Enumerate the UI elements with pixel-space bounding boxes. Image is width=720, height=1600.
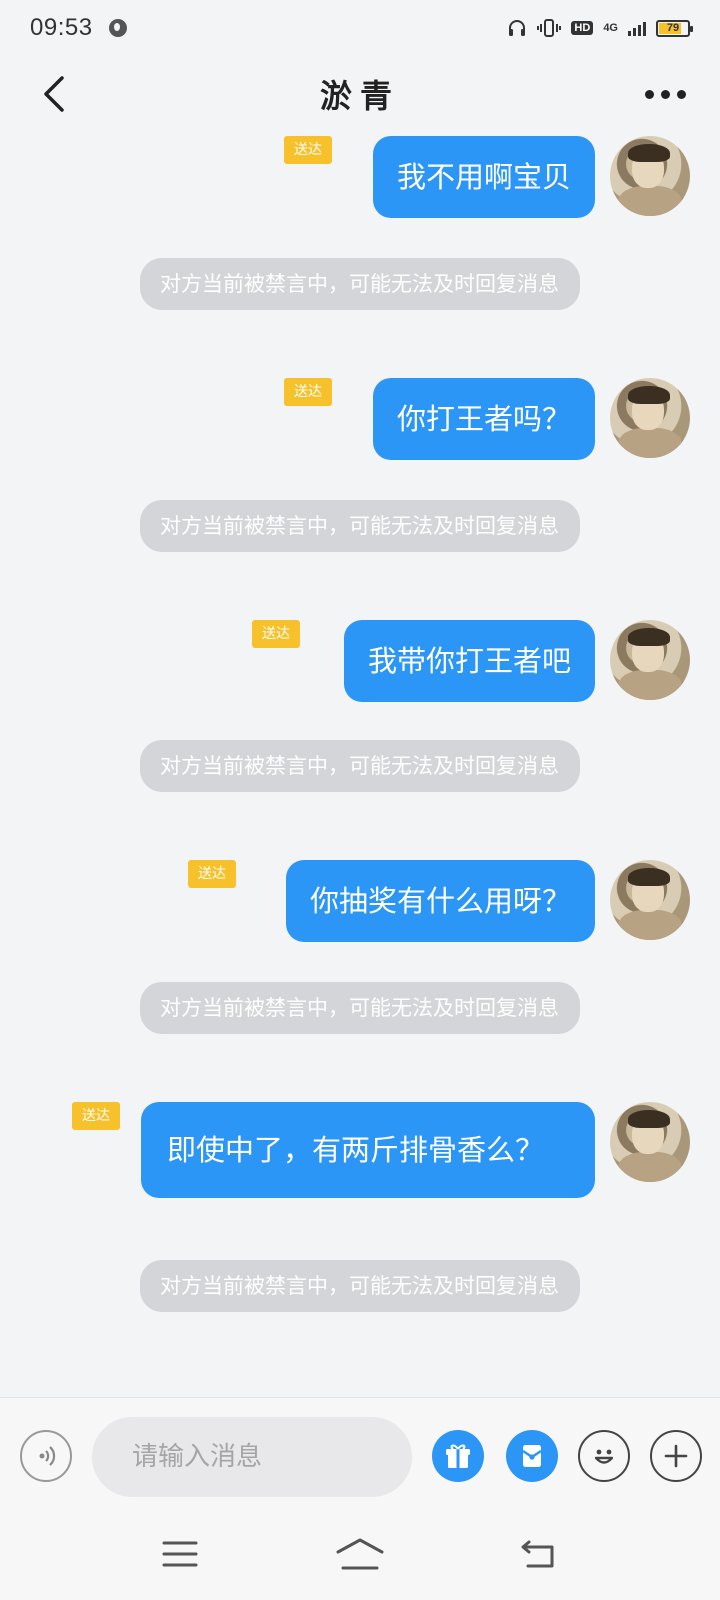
sent-tag: 送达 <box>72 1102 120 1130</box>
gift-icon <box>446 1444 470 1468</box>
sent-tag: 送达 <box>188 860 236 888</box>
status-bar: 09:53 HD 4G 79 <box>0 0 720 56</box>
chevron-left-icon <box>44 76 64 112</box>
emoji-button[interactable] <box>578 1430 630 1482</box>
message-bubble[interactable]: 你打王者吗？ <box>372 378 595 460</box>
vibrate-icon <box>537 19 562 37</box>
system-notice: 对方当前被禁言中，可能无法及时回复消息 <box>140 500 580 552</box>
home-button[interactable] <box>330 1534 390 1574</box>
headphones-icon <box>507 19 527 37</box>
chat-header: 淤青 <box>0 56 720 132</box>
avatar[interactable] <box>610 1102 690 1182</box>
hd-badge: HD <box>571 21 594 35</box>
message-list[interactable]: 送达 我不用啊宝贝 对方当前被禁言中，可能无法及时回复消息 送达 你打王者吗？ … <box>0 132 720 1397</box>
sent-tag: 送达 <box>284 378 332 406</box>
more-dot <box>661 90 670 99</box>
input-bar <box>0 1397 720 1512</box>
more-dot <box>645 90 654 99</box>
system-nav-bar <box>0 1512 720 1600</box>
more-dot <box>677 90 686 99</box>
message-bubble[interactable]: 即使中了，有两斤排骨香么？ <box>141 1102 595 1198</box>
system-notice: 对方当前被禁言中，可能无法及时回复消息 <box>140 258 580 310</box>
back-button[interactable] <box>38 76 74 112</box>
back-icon <box>521 1540 554 1568</box>
page-title: 淤青 <box>319 77 400 115</box>
system-notice: 对方当前被禁言中，可能无法及时回复消息 <box>140 982 580 1034</box>
plus-button[interactable] <box>650 1430 702 1482</box>
message-bubble[interactable]: 我带你打王者吧 <box>343 620 595 702</box>
sent-tag: 送达 <box>284 136 332 164</box>
emoji-icon <box>594 1449 614 1464</box>
back-nav-button[interactable] <box>508 1534 568 1574</box>
system-notice: 对方当前被禁言中，可能无法及时回复消息 <box>140 1260 580 1312</box>
red-packet-button[interactable] <box>506 1430 558 1482</box>
more-button[interactable] <box>645 90 686 99</box>
battery-level: 79 <box>666 22 680 34</box>
message-bubble[interactable]: 你抽奖有什么用呀？ <box>285 860 595 942</box>
avatar[interactable] <box>610 136 690 216</box>
signal-icon <box>628 20 646 36</box>
avatar[interactable] <box>610 620 690 700</box>
message-input[interactable] <box>92 1417 412 1497</box>
menu-button[interactable] <box>150 1534 210 1574</box>
voice-button[interactable] <box>20 1430 72 1482</box>
message-bubble[interactable]: 我不用啊宝贝 <box>372 136 595 218</box>
home-icon <box>336 1538 384 1570</box>
globe-icon <box>108 19 127 37</box>
status-time: 09:53 <box>30 14 93 41</box>
avatar[interactable] <box>610 860 690 940</box>
status-icons: HD 4G 79 <box>507 19 693 37</box>
voice-icon <box>39 1446 56 1466</box>
sent-tag: 送达 <box>252 620 300 648</box>
system-notice: 对方当前被禁言中，可能无法及时回复消息 <box>140 740 580 792</box>
network-type: 4G <box>603 22 618 34</box>
battery-icon: 79 <box>656 19 693 37</box>
red-packet-icon <box>522 1445 542 1467</box>
plus-icon <box>664 1444 688 1468</box>
gift-button[interactable] <box>432 1430 484 1482</box>
avatar[interactable] <box>610 378 690 458</box>
menu-icon <box>162 1541 198 1567</box>
